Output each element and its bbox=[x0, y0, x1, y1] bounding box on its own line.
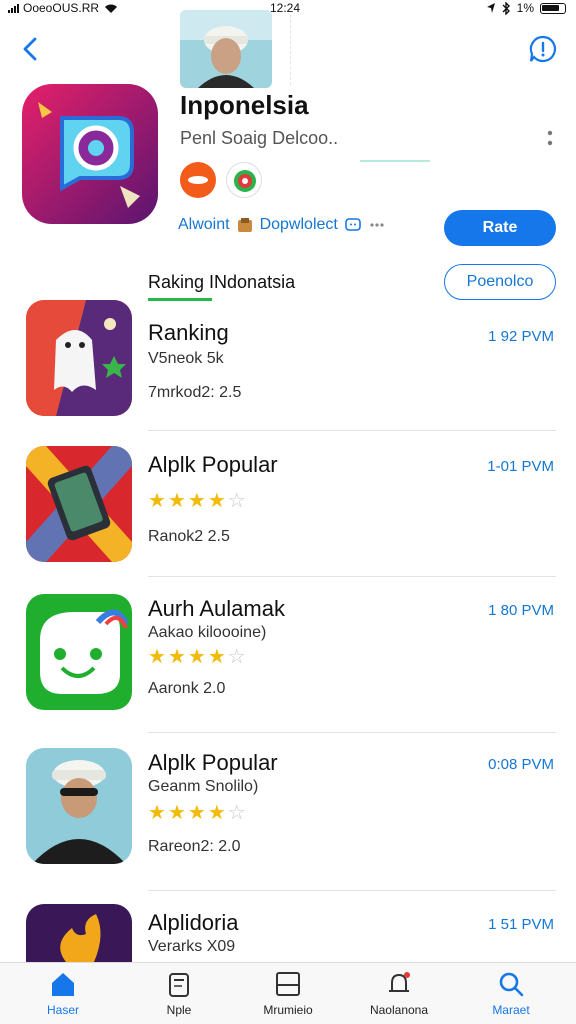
meta-right-label[interactable]: Dopwlolect bbox=[260, 216, 338, 234]
item-time: 1 51 PVM bbox=[488, 916, 554, 933]
star-icon: ★ bbox=[148, 490, 166, 512]
calendar-icon bbox=[169, 973, 189, 997]
battery-percent: 1% bbox=[516, 1, 534, 15]
more-horizontal-icon[interactable] bbox=[368, 216, 386, 234]
item-time: 1 80 PVM bbox=[488, 602, 554, 619]
item-subtitle: V5neok 5k bbox=[148, 350, 224, 367]
battery-icon bbox=[540, 2, 566, 14]
tab-search[interactable]: Maraet bbox=[456, 969, 566, 1017]
badge-orange bbox=[180, 162, 216, 198]
tab-label: Nple bbox=[166, 1003, 192, 1017]
bell-icon bbox=[389, 972, 410, 992]
item-time: 1-01 PVM bbox=[487, 458, 554, 475]
tab-bar: Haser Nple Mrumieio Naolanona Maraet bbox=[0, 962, 576, 1024]
tab-label: Maraet bbox=[492, 1003, 530, 1017]
item-title: Alplidoria bbox=[148, 910, 239, 935]
wifi-icon bbox=[105, 4, 118, 13]
more-vertical-icon[interactable] bbox=[544, 128, 556, 150]
rate-button[interactable]: Rate bbox=[444, 210, 556, 246]
star-icon: ★ bbox=[167, 802, 186, 824]
smiley-app-thumbnail bbox=[26, 594, 132, 710]
tab-label: Naolanona bbox=[369, 1003, 429, 1017]
star-icon: ★ bbox=[167, 490, 186, 512]
star-empty-icon: ☆ bbox=[227, 490, 246, 512]
home-icon bbox=[52, 973, 74, 996]
phone-app-thumbnail bbox=[26, 446, 132, 562]
tab-home[interactable]: Haser bbox=[8, 969, 118, 1017]
chat-icon[interactable] bbox=[344, 216, 362, 234]
star-half-icon: ★ bbox=[207, 490, 226, 512]
status-bar: OoeoOUS.RR 12:24 1% bbox=[0, 0, 576, 16]
status-time: 12:24 bbox=[270, 1, 301, 15]
item-rank: 7mrkod2: 2.5 bbox=[148, 384, 242, 401]
item-rank: Aaronk 2.0 bbox=[148, 680, 226, 697]
subtitle-accent-line bbox=[360, 160, 430, 162]
badge-flower bbox=[226, 162, 262, 198]
app-title: Inponelsia bbox=[180, 90, 309, 120]
square-icon bbox=[276, 972, 300, 996]
item-rank: Rareon2: 2.0 bbox=[148, 838, 241, 855]
profile-photo bbox=[180, 10, 272, 88]
ghost-app-thumbnail bbox=[26, 300, 132, 416]
bluetooth-icon bbox=[502, 1, 510, 15]
star-icon: ★ bbox=[148, 646, 166, 668]
item-subtitle: Geanm Snolilo) bbox=[148, 778, 259, 795]
app-subtitle: Penl Soaig Delcoo.. bbox=[180, 128, 339, 148]
search-icon bbox=[499, 972, 524, 997]
star-icon: ★ bbox=[207, 646, 226, 668]
app-meta-row: Alwoint Dopwlolect bbox=[178, 216, 386, 234]
back-chevron-icon[interactable] bbox=[16, 34, 46, 64]
item-title: Aurh Aulamak bbox=[148, 596, 285, 621]
rating-stars: ★ ★ ★ ★ ☆ bbox=[148, 488, 246, 513]
item-rank: Ranok2 2.5 bbox=[148, 528, 230, 545]
rating-stars: ★ ★ ★ ★ ☆ bbox=[148, 800, 246, 825]
divider bbox=[148, 732, 556, 733]
divider bbox=[148, 890, 556, 891]
location-icon bbox=[486, 3, 495, 13]
item-title: Alplk Popular bbox=[148, 750, 278, 775]
flame-app-thumbnail bbox=[26, 904, 132, 962]
person-app-thumbnail bbox=[26, 748, 132, 864]
badge-orange-icon bbox=[188, 176, 208, 184]
star-empty-icon: ☆ bbox=[227, 802, 246, 824]
tab-nple[interactable]: Nple bbox=[124, 969, 234, 1017]
star-icon: ★ bbox=[187, 490, 206, 512]
rating-stars: ★ ★ ★ ★ ☆ bbox=[148, 644, 246, 669]
divider bbox=[148, 576, 556, 577]
star-icon: ★ bbox=[187, 802, 206, 824]
tab-label: Mrumieio bbox=[263, 1003, 313, 1017]
section-underline bbox=[148, 298, 212, 301]
star-icon: ★ bbox=[207, 802, 226, 824]
star-icon: ★ bbox=[167, 646, 186, 668]
item-subtitle: Verarks X09 bbox=[148, 938, 236, 955]
package-icon bbox=[237, 218, 252, 232]
item-subtitle: Aakao kiloooine) bbox=[148, 624, 267, 641]
star-icon: ★ bbox=[148, 802, 166, 824]
tab-mrumieio[interactable]: Mrumieio bbox=[233, 969, 343, 1017]
tab-label: Haser bbox=[46, 1003, 79, 1017]
section-title: Raking INdonatsia bbox=[148, 272, 296, 292]
item-title: Alplk Popular bbox=[148, 452, 278, 477]
section-action-button[interactable]: Poenolco bbox=[444, 264, 556, 300]
tab-naolanona[interactable]: Naolanona bbox=[344, 969, 454, 1017]
star-icon: ★ bbox=[187, 646, 206, 668]
app-icon bbox=[22, 84, 158, 224]
meta-left-label[interactable]: Alwoint bbox=[178, 216, 230, 234]
item-time: 0:08 PVM bbox=[488, 756, 554, 773]
star-empty-icon: ☆ bbox=[227, 646, 246, 668]
item-title: Ranking bbox=[148, 320, 229, 345]
signal-icon bbox=[8, 3, 19, 13]
status-right: 1% bbox=[486, 1, 566, 15]
report-icon[interactable] bbox=[528, 34, 558, 64]
background-decoration bbox=[290, 15, 430, 85]
carrier-label: OoeoOUS.RR bbox=[23, 1, 100, 15]
item-time: 1 92 PVM bbox=[488, 328, 554, 345]
flower-icon bbox=[234, 170, 256, 192]
status-left: OoeoOUS.RR bbox=[8, 1, 119, 15]
divider bbox=[148, 430, 556, 431]
